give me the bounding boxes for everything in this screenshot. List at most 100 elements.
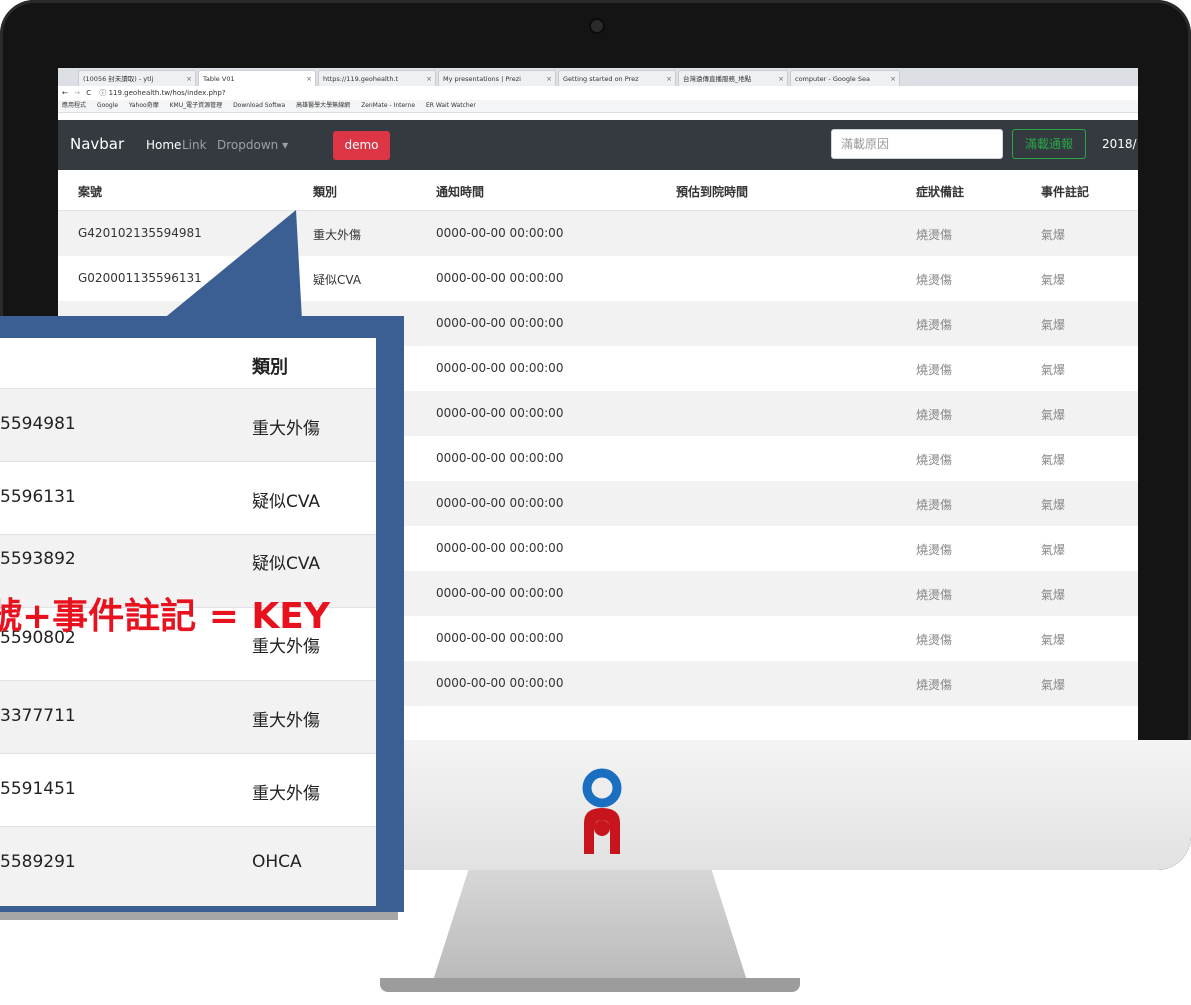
bookmark-item[interactable]: KMU_電子資源管理 (170, 102, 223, 109)
cell-notify-time: 0000-00-00 00:00:00 (436, 676, 564, 690)
forward-icon[interactable]: → (74, 89, 80, 97)
header-eta: 預估到院時間 (676, 185, 749, 199)
header-event: 事件註記 (1041, 185, 1090, 199)
cell-symptom: 燒燙傷 (916, 498, 953, 512)
key-annotation: 號+事件註記 = KEY (0, 596, 330, 637)
cell-symptom: 燒燙傷 (916, 588, 953, 602)
callout-category: 疑似CVA (252, 492, 321, 512)
address-bar[interactable]: ← → C ⓘ 119.geohealth.tw/hos/index.php? (58, 86, 1138, 100)
back-icon[interactable]: ← (62, 89, 68, 97)
cell-notify-time: 0000-00-00 00:00:00 (436, 316, 564, 330)
cell-notify-time: 0000-00-00 00:00:00 (436, 451, 564, 465)
callout-case-id: 5591451 (0, 779, 76, 799)
date-text: 2018/ (1102, 137, 1137, 151)
callout-pointer (162, 210, 302, 320)
cell-notify-time: 0000-00-00 00:00:00 (436, 361, 564, 375)
cell-event: 氣爆 (1041, 228, 1066, 242)
cell-event: 氣爆 (1041, 408, 1066, 422)
callout-category: OHCA (252, 852, 302, 872)
nav-home-link[interactable]: Home (146, 138, 181, 152)
cell-notify-time: 0000-00-00 00:00:00 (436, 496, 564, 510)
nav-dropdown[interactable]: Dropdown ▾ (217, 138, 288, 152)
callout-case-id: 3377711 (0, 706, 76, 726)
callout-row: 3377711 重大外傷 (0, 680, 376, 753)
header-case-no: 案號 (78, 185, 103, 199)
notify-button[interactable]: 滿載通報 (1012, 129, 1086, 159)
tab-label: Getting started on Prez (563, 75, 639, 83)
browser-tab-bar: (10056 封未讀取) - ytlj × Table V01 × https://… (58, 68, 1138, 86)
close-icon[interactable]: × (426, 71, 432, 86)
close-icon[interactable]: × (890, 71, 896, 86)
table-header: 案號 類別 通知時間 預估到院時間 症狀備註 事件註記 (58, 170, 1138, 212)
cell-event: 氣爆 (1041, 498, 1066, 512)
bookmark-item[interactable]: ER Wait Watcher (426, 102, 476, 109)
cell-notify-time: 0000-00-00 00:00:00 (436, 406, 564, 420)
browser-tab[interactable]: (10056 封未讀取) - ytlj × (78, 70, 196, 86)
browser-tab[interactable]: https://119.geohealth.t × (318, 70, 436, 86)
tab-label: My presentations | Prezi (443, 75, 521, 83)
navbar-brand[interactable]: Navbar (70, 135, 124, 153)
bookmark-item[interactable]: 高雄醫學大學無線網 (296, 102, 350, 109)
bookmark-item[interactable]: ZenMate - Interne (361, 102, 415, 109)
close-icon[interactable]: × (778, 71, 784, 86)
reload-icon[interactable]: C (86, 89, 91, 97)
monitor-stand (430, 870, 750, 990)
cell-category: 重大外傷 (313, 228, 362, 242)
cell-event: 氣爆 (1041, 363, 1066, 377)
webcam-icon (591, 20, 603, 32)
tab-label: 台灣遠傳直播服務_地點 (683, 75, 752, 83)
cell-symptom: 燒燙傷 (916, 228, 953, 242)
bookmark-item[interactable]: 應用程式 (62, 102, 86, 109)
navbar: Navbar Home Link Dropdown ▾ demo 滿載原因 滿載… (58, 120, 1138, 170)
tab-label: computer - Google Sea (795, 75, 870, 83)
close-icon[interactable]: × (546, 71, 552, 86)
bookmark-item[interactable]: Google (97, 102, 118, 109)
cell-symptom: 燒燙傷 (916, 273, 953, 287)
callout-row: 5596131 疑似CVA (0, 461, 376, 534)
url-text[interactable]: 119.geohealth.tw/hos/index.php? (109, 89, 226, 97)
callout-category: 重大外傷 (252, 784, 320, 804)
callout-row: 5589291 OHCA (0, 826, 376, 906)
cell-notify-time: 0000-00-00 00:00:00 (436, 586, 564, 600)
cell-notify-time: 0000-00-00 00:00:00 (436, 541, 564, 555)
cell-notify-time: 0000-00-00 00:00:00 (436, 226, 564, 240)
browser-tab[interactable]: My presentations | Prezi × (438, 70, 556, 86)
browser-tab[interactable]: computer - Google Sea × (790, 70, 900, 86)
tab-label: https://119.geohealth.t (323, 75, 399, 83)
demo-button[interactable]: demo (333, 131, 390, 160)
cell-symptom: 燒燙傷 (916, 678, 953, 692)
callout-category: 疑似CVA (252, 554, 321, 574)
bookmark-item[interactable]: Download Softwa (233, 102, 285, 109)
header-symptom: 症狀備註 (916, 185, 965, 199)
cell-symptom: 燒燙傷 (916, 318, 953, 332)
bookmark-item[interactable]: Yahoo奇摩 (129, 102, 159, 109)
search-input[interactable]: 滿載原因 (831, 129, 1003, 159)
browser-tab[interactable]: Table V01 × (198, 70, 316, 86)
callout-row: 5594981 重大外傷 (0, 388, 376, 461)
cell-symptom: 燒燙傷 (916, 453, 953, 467)
callout-row: 5591451 重大外傷 (0, 753, 376, 826)
cell-event: 氣爆 (1041, 678, 1066, 692)
cell-notify-time: 0000-00-00 00:00:00 (436, 271, 564, 285)
cell-event: 氣爆 (1041, 318, 1066, 332)
header-notify-time: 通知時間 (436, 185, 485, 199)
browser-tab[interactable]: 台灣遠傳直播服務_地點 × (678, 70, 788, 86)
header-category: 類別 (313, 185, 338, 199)
callout-case-id: 5593892 (0, 549, 76, 569)
cell-symptom: 燒燙傷 (916, 408, 953, 422)
close-icon[interactable]: × (186, 71, 192, 86)
callout-header-category: 類別 (252, 357, 288, 378)
browser-tab[interactable]: Getting started on Prez × (558, 70, 676, 86)
tab-label: Table V01 (203, 75, 235, 83)
cell-category: 疑似CVA (313, 273, 362, 287)
nav-link[interactable]: Link (182, 138, 207, 152)
brand-logo-icon (582, 768, 622, 854)
callout-category: 重大外傷 (252, 711, 320, 731)
close-icon[interactable]: × (306, 71, 312, 86)
callout-case-id: 5594981 (0, 414, 76, 434)
callout-case-id: 5589291 (0, 852, 76, 872)
close-icon[interactable]: × (666, 71, 672, 86)
cell-symptom: 燒燙傷 (916, 363, 953, 377)
callout-case-id: 5596131 (0, 487, 76, 507)
cell-event: 氣爆 (1041, 453, 1066, 467)
